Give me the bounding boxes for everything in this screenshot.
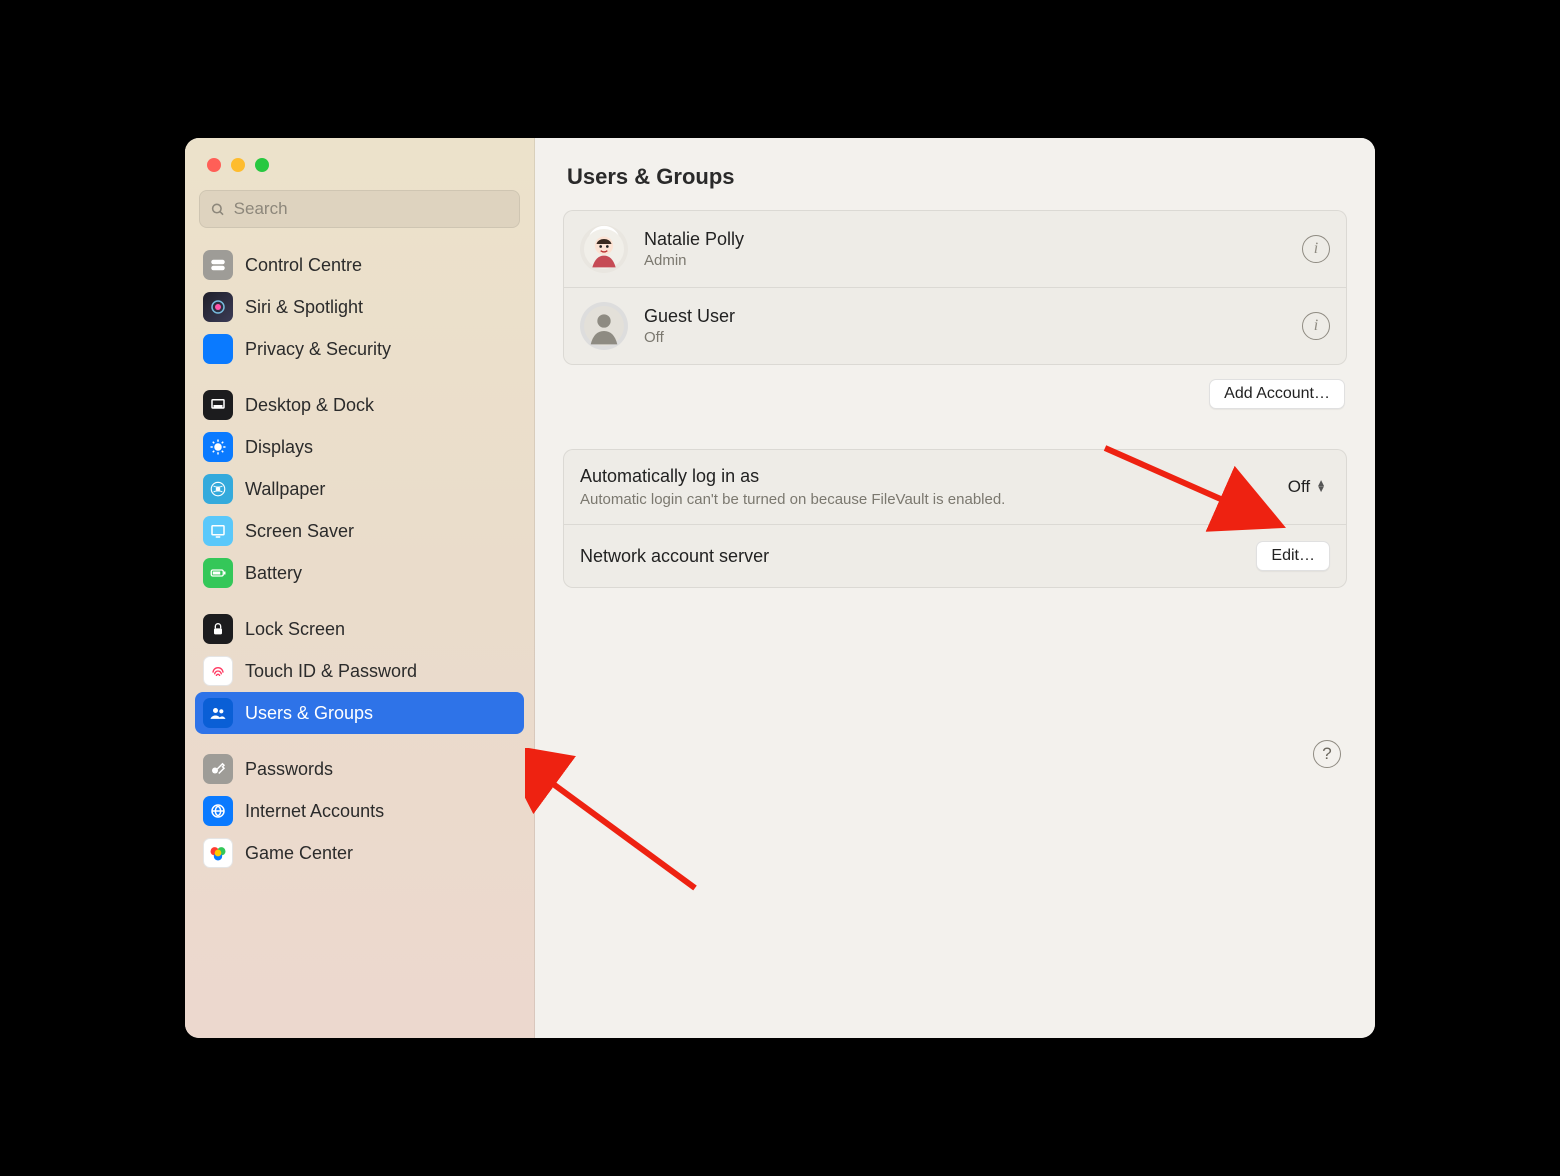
sidebar-item-label: Wallpaper — [245, 479, 325, 500]
game-center-icon — [203, 838, 233, 868]
sidebar-item-touch-id-password[interactable]: Touch ID & Password — [195, 650, 524, 692]
nas-edit-button[interactable]: Edit… — [1256, 541, 1330, 571]
sidebar-item-label: Screen Saver — [245, 521, 354, 542]
sidebar-item-label: Internet Accounts — [245, 801, 384, 822]
guest-avatar-icon — [584, 306, 624, 346]
auto-login-label: Automatically log in as — [580, 466, 1272, 487]
privacy-icon — [203, 334, 233, 364]
sidebar-item-battery[interactable]: Battery — [195, 552, 524, 594]
touch-id-icon — [203, 656, 233, 686]
sidebar-item-internet-accounts[interactable]: Internet Accounts — [195, 790, 524, 832]
nas-label: Network account server — [580, 546, 1244, 567]
search-field[interactable] — [199, 190, 520, 228]
internet-accounts-icon — [203, 796, 233, 826]
fullscreen-window-button[interactable] — [255, 158, 269, 172]
control-centre-icon — [203, 250, 233, 280]
avatar — [580, 225, 628, 273]
network-account-server-row: Network account server Edit… — [564, 525, 1346, 587]
sidebar-item-label: Control Centre — [245, 255, 362, 276]
lock-screen-icon — [203, 614, 233, 644]
desktop-dock-icon — [203, 390, 233, 420]
sidebar-item-game-center[interactable]: Game Center — [195, 832, 524, 874]
sidebar-item-label: Privacy & Security — [245, 339, 391, 360]
siri-icon — [203, 292, 233, 322]
sidebar-item-label: Siri & Spotlight — [245, 297, 363, 318]
auto-login-value: Off — [1288, 477, 1310, 497]
auto-login-popup[interactable]: Off ▲▼ — [1284, 475, 1330, 499]
avatar — [580, 302, 628, 350]
sidebar-item-label: Displays — [245, 437, 313, 458]
close-window-button[interactable] — [207, 158, 221, 172]
sidebar-item-control-centre[interactable]: Control Centre — [195, 244, 524, 286]
sidebar-item-label: Game Center — [245, 843, 353, 864]
sidebar-item-displays[interactable]: Displays — [195, 426, 524, 468]
user-name: Guest User — [644, 306, 1286, 327]
add-account-button[interactable]: Add Account… — [1209, 379, 1345, 409]
sidebar-item-screen-saver[interactable]: Screen Saver — [195, 510, 524, 552]
sidebar-item-siri-spotlight[interactable]: Siri & Spotlight — [195, 286, 524, 328]
auto-login-row: Automatically log in as Automatic login … — [564, 450, 1346, 525]
passwords-icon — [203, 754, 233, 784]
sidebar-nav: Control Centre Siri & Spotlight Privacy … — [185, 238, 534, 894]
page-title: Users & Groups — [567, 164, 1347, 190]
sidebar-item-label: Lock Screen — [245, 619, 345, 640]
help-button[interactable]: ? — [1313, 740, 1341, 768]
displays-icon — [203, 432, 233, 462]
sidebar-item-label: Battery — [245, 563, 302, 584]
sidebar-item-lock-screen[interactable]: Lock Screen — [195, 608, 524, 650]
users-list-panel: Natalie Polly Admin i Guest User Off — [563, 210, 1347, 365]
sidebar-item-label: Touch ID & Password — [245, 661, 417, 682]
updown-icon: ▲▼ — [1316, 481, 1326, 493]
sidebar-item-wallpaper[interactable]: Wallpaper — [195, 468, 524, 510]
user-role: Off — [644, 329, 1286, 346]
login-settings-panel: Automatically log in as Automatic login … — [563, 449, 1347, 588]
user-row: Natalie Polly Admin i — [564, 211, 1346, 288]
user-role: Admin — [644, 252, 1286, 269]
sidebar-item-label: Passwords — [245, 759, 333, 780]
window-traffic-lights — [185, 158, 534, 190]
main-content: Users & Groups Natalie Polly Admin — [535, 138, 1375, 1038]
screen-saver-icon — [203, 516, 233, 546]
users-groups-icon — [203, 698, 233, 728]
sidebar-item-privacy-security[interactable]: Privacy & Security — [195, 328, 524, 370]
sidebar-item-passwords[interactable]: Passwords — [195, 748, 524, 790]
search-icon — [210, 201, 226, 218]
battery-icon — [203, 558, 233, 588]
user-name: Natalie Polly — [644, 229, 1286, 250]
auto-login-sub: Automatic login can't be turned on becau… — [580, 491, 1272, 508]
avatar-image — [584, 229, 624, 269]
sidebar-item-desktop-dock[interactable]: Desktop & Dock — [195, 384, 524, 426]
sidebar-item-users-groups[interactable]: Users & Groups — [195, 692, 524, 734]
wallpaper-icon — [203, 474, 233, 504]
annotation-arrow-sidebar — [525, 748, 725, 898]
user-info-button[interactable]: i — [1302, 312, 1330, 340]
minimize-window-button[interactable] — [231, 158, 245, 172]
system-settings-window: Control Centre Siri & Spotlight Privacy … — [185, 138, 1375, 1038]
sidebar-item-label: Users & Groups — [245, 703, 373, 724]
user-row: Guest User Off i — [564, 288, 1346, 364]
search-input[interactable] — [234, 199, 509, 219]
user-info-button[interactable]: i — [1302, 235, 1330, 263]
sidebar: Control Centre Siri & Spotlight Privacy … — [185, 138, 535, 1038]
sidebar-item-label: Desktop & Dock — [245, 395, 374, 416]
